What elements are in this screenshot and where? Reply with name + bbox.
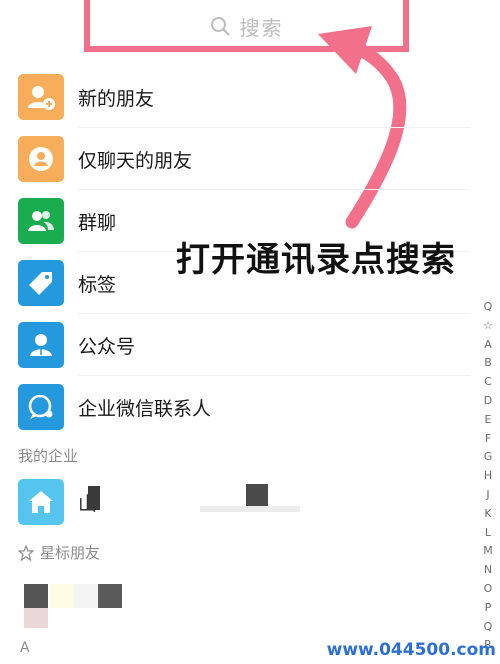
pixelated-mask xyxy=(74,584,98,608)
list-item-official-accounts[interactable]: 公众号 xyxy=(0,314,470,376)
index-item[interactable]: O xyxy=(484,580,493,599)
index-item[interactable]: N xyxy=(484,561,492,580)
index-item[interactable]: L xyxy=(485,524,491,543)
search-highlight-box: 搜索 xyxy=(84,0,409,52)
pixelated-avatar xyxy=(24,608,48,628)
index-item[interactable]: P xyxy=(485,599,492,618)
pixelated-mask xyxy=(88,486,100,510)
pixelated-mask xyxy=(200,506,300,512)
list-item-label: 标签 xyxy=(78,273,117,296)
chat-only-friend-icon xyxy=(18,136,64,182)
section-header-starred: 星标朋友 xyxy=(18,542,100,563)
list-item-label: 群聊 xyxy=(78,211,117,234)
list-item-enterprise[interactable]: 山 xyxy=(0,472,470,532)
search-bar-area: 搜索 xyxy=(0,0,500,64)
section-header-letter-a: A xyxy=(20,640,30,656)
tag-icon xyxy=(18,260,64,306)
list-item-starred-friend[interactable] xyxy=(0,576,470,636)
index-item[interactable]: K xyxy=(484,505,491,524)
home-icon xyxy=(18,479,64,525)
index-item[interactable]: M xyxy=(483,542,493,561)
list-item-label: 新的朋友 xyxy=(78,87,155,110)
watermark: www.044500.com xyxy=(326,640,496,660)
index-item[interactable]: A xyxy=(484,336,492,355)
index-item[interactable]: Q xyxy=(484,618,493,637)
pixelated-mask xyxy=(50,584,74,608)
alphabet-index-bar[interactable]: Q ☆ A B C D E F G H J K L M N O P Q R xyxy=(479,298,497,655)
index-item[interactable]: D xyxy=(484,392,492,411)
list-item-wecom-contacts[interactable]: 企业微信联系人 xyxy=(0,376,470,438)
star-outline-icon xyxy=(18,544,34,561)
list-item-label: 公众号 xyxy=(78,335,136,358)
index-item[interactable]: C xyxy=(484,373,492,392)
list-item-chat-only-friends[interactable]: 仅聊天的朋友 xyxy=(0,128,470,190)
pixelated-avatar xyxy=(24,584,48,608)
index-item[interactable]: H xyxy=(484,467,492,486)
index-item[interactable]: G xyxy=(484,448,493,467)
starred-friends-label: 星标朋友 xyxy=(40,544,101,562)
search-icon xyxy=(210,17,230,36)
index-item[interactable]: F xyxy=(485,430,491,449)
search-placeholder: 搜索 xyxy=(239,15,284,40)
index-item[interactable]: E xyxy=(485,411,492,430)
add-friend-icon xyxy=(18,74,64,120)
list-item-label: 仅聊天的朋友 xyxy=(78,149,193,172)
index-item[interactable]: B xyxy=(484,354,492,373)
index-item[interactable]: J xyxy=(486,486,489,505)
annotation-text: 打开通讯录点搜索 xyxy=(176,240,456,280)
official-account-icon xyxy=(18,322,64,368)
list-item-label: 企业微信联系人 xyxy=(78,397,212,420)
search-input[interactable]: 搜索 xyxy=(90,10,403,42)
list-item-new-friends[interactable]: 新的朋友 xyxy=(0,66,470,128)
pixelated-mask xyxy=(98,584,122,608)
wecom-contact-icon xyxy=(18,384,64,430)
index-item[interactable]: ☆ xyxy=(483,317,493,336)
group-chat-icon xyxy=(18,198,64,244)
section-header-my-enterprise: 我的企业 xyxy=(18,447,79,465)
index-item[interactable]: Q xyxy=(484,298,493,317)
